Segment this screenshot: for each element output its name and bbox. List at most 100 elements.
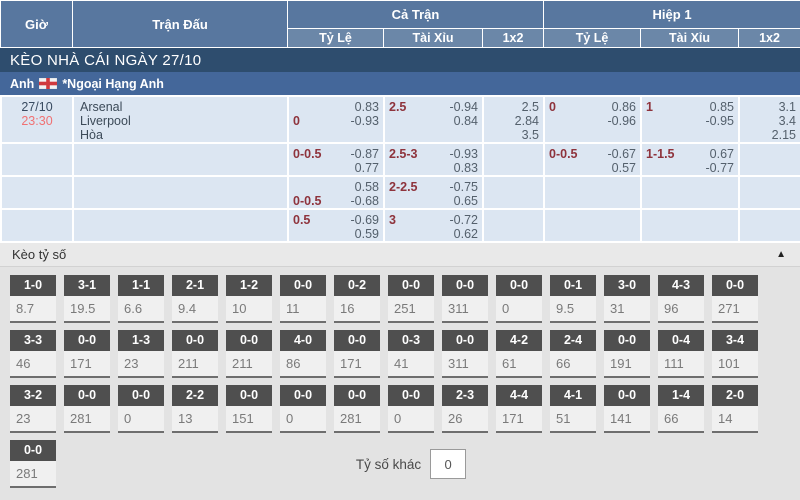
score-chip[interactable]: 0-0 [226, 385, 272, 406]
score-cell[interactable]: 4-4171 [496, 385, 542, 433]
score-cell[interactable]: 1-323 [118, 330, 164, 378]
score-chip[interactable]: 0-0 [280, 275, 326, 296]
score-cell[interactable]: 2-466 [550, 330, 596, 378]
score-cell[interactable]: 0-00 [118, 385, 164, 433]
odd-value[interactable]: -0.87 [351, 147, 380, 161]
score-cell[interactable]: 4-151 [550, 385, 596, 433]
score-cell[interactable]: 0-0211 [172, 330, 218, 378]
odd-value[interactable]: 0.84 [454, 114, 478, 128]
score-chip[interactable]: 3-0 [604, 275, 650, 296]
odd-value[interactable]: 0.85 [710, 100, 734, 114]
score-chip[interactable]: 0-0 [712, 275, 758, 296]
score-cell[interactable]: 0-0211 [226, 330, 272, 378]
odd-value[interactable]: -0.96 [608, 114, 637, 128]
odd-value[interactable]: 0.77 [355, 161, 379, 175]
odd-value[interactable]: -0.93 [450, 147, 479, 161]
score-chip[interactable]: 0-0 [442, 330, 488, 351]
odds-cell-ft_1x2[interactable]: 2.52.843.5 [483, 96, 544, 143]
odds-cell-h1_hdp[interactable]: 00.86-0.96 [544, 96, 641, 143]
odd-value[interactable]: 3.4 [744, 114, 796, 128]
score-cell[interactable]: 0-0141 [604, 385, 650, 433]
score-cell[interactable]: 0-216 [334, 275, 380, 323]
score-cell[interactable]: 0-0151 [226, 385, 272, 433]
odd-value[interactable]: -0.95 [706, 114, 735, 128]
score-chip[interactable]: 0-4 [658, 330, 704, 351]
score-chip[interactable]: 4-0 [280, 330, 326, 351]
score-chip[interactable]: 1-4 [658, 385, 704, 406]
score-chip[interactable]: 3-2 [10, 385, 56, 406]
score-chip[interactable]: 2-1 [172, 275, 218, 296]
score-chip[interactable]: 4-3 [658, 275, 704, 296]
score-cell[interactable]: 1-08.7 [10, 275, 56, 323]
odd-value[interactable]: -0.93 [351, 114, 380, 128]
score-chip[interactable]: 0-1 [550, 275, 596, 296]
score-cell[interactable]: 3-031 [604, 275, 650, 323]
score-cell[interactable]: 1-16.6 [118, 275, 164, 323]
odds-cell-ft_hdp[interactable]: 0.830-0.93 [288, 96, 384, 143]
score-chip[interactable]: 0-0 [280, 385, 326, 406]
odd-value[interactable]: -0.94 [450, 100, 479, 114]
score-cell[interactable]: 0-00 [496, 275, 542, 323]
score-cell[interactable]: 2-326 [442, 385, 488, 433]
score-cell[interactable]: 0-19.5 [550, 275, 596, 323]
score-cell[interactable]: 0-0191 [604, 330, 650, 378]
score-cell[interactable]: 0-011 [280, 275, 326, 323]
score-chip[interactable]: 0-0 [496, 275, 542, 296]
league-bar[interactable]: Anh *Ngoại Hạng Anh [0, 72, 800, 95]
other-score-input[interactable] [430, 449, 466, 479]
score-cell[interactable]: 0-0311 [442, 330, 488, 378]
score-chip[interactable]: 0-0 [334, 385, 380, 406]
score-cell[interactable]: 0-4111 [658, 330, 704, 378]
score-cell[interactable]: 3-346 [10, 330, 56, 378]
score-chip[interactable]: 0-3 [388, 330, 434, 351]
score-cell[interactable]: 0-0171 [64, 330, 110, 378]
odds-cell-ft_hdp[interactable]: 0.5-0.690.59 [288, 209, 384, 242]
score-chip[interactable]: 2-4 [550, 330, 596, 351]
score-cell[interactable]: 0-0251 [388, 275, 434, 323]
odd-value[interactable]: 2.84 [488, 114, 539, 128]
odd-value[interactable]: 0.67 [710, 147, 734, 161]
score-chip[interactable]: 4-2 [496, 330, 542, 351]
score-chip[interactable]: 0-0 [604, 385, 650, 406]
score-cell[interactable]: 0-0311 [442, 275, 488, 323]
score-chip[interactable]: 1-0 [10, 275, 56, 296]
score-cell[interactable]: 4-396 [658, 275, 704, 323]
odd-value[interactable]: 0.65 [454, 194, 478, 208]
score-chip[interactable]: 1-2 [226, 275, 272, 296]
score-cell[interactable]: 2-19.4 [172, 275, 218, 323]
score-cell[interactable]: 3-223 [10, 385, 56, 433]
odd-value[interactable]: -0.69 [351, 213, 380, 227]
odd-value[interactable]: 0.57 [612, 161, 636, 175]
score-cell[interactable]: 0-341 [388, 330, 434, 378]
score-cell[interactable]: 0-0281 [64, 385, 110, 433]
odd-value[interactable]: 0.62 [454, 227, 478, 241]
odds-cell-ft_hdp[interactable]: 0-0.5-0.870.77 [288, 143, 384, 176]
score-chip[interactable]: 0-0 [388, 385, 434, 406]
score-cell[interactable]: 0-00 [280, 385, 326, 433]
odd-value[interactable]: -0.68 [351, 194, 380, 208]
score-cell[interactable]: 1-210 [226, 275, 272, 323]
score-cell[interactable]: 0-0281 [334, 385, 380, 433]
score-cell[interactable]: 0-0171 [334, 330, 380, 378]
odds-cell-h1_1x2[interactable]: 3.13.42.15 [739, 96, 800, 143]
score-chip[interactable]: 3-4 [712, 330, 758, 351]
collapse-arrow-icon[interactable]: ▲ [776, 249, 786, 260]
score-cell[interactable]: 0-00 [388, 385, 434, 433]
odds-cell-ft_ou[interactable]: 2.5-0.940.84 [384, 96, 483, 143]
odd-value[interactable]: 3.5 [488, 128, 539, 142]
odd-value[interactable]: 0.86 [612, 100, 636, 114]
score-chip[interactable]: 1-1 [118, 275, 164, 296]
odds-cell-h1_hdp[interactable]: 0-0.5-0.670.57 [544, 143, 641, 176]
score-cell[interactable]: 1-466 [658, 385, 704, 433]
odd-value[interactable]: 0.83 [355, 100, 379, 114]
odd-value[interactable]: 0.83 [454, 161, 478, 175]
score-chip[interactable]: 0-0 [334, 330, 380, 351]
score-cell[interactable]: 2-213 [172, 385, 218, 433]
score-chip[interactable]: 4-4 [496, 385, 542, 406]
score-chip[interactable]: 3-3 [10, 330, 56, 351]
score-cell[interactable]: 0-0281 [10, 440, 56, 488]
score-chip[interactable]: 0-0 [442, 275, 488, 296]
score-chip[interactable]: 0-0 [604, 330, 650, 351]
score-chip[interactable]: 0-0 [64, 330, 110, 351]
score-chip[interactable]: 0-0 [118, 385, 164, 406]
